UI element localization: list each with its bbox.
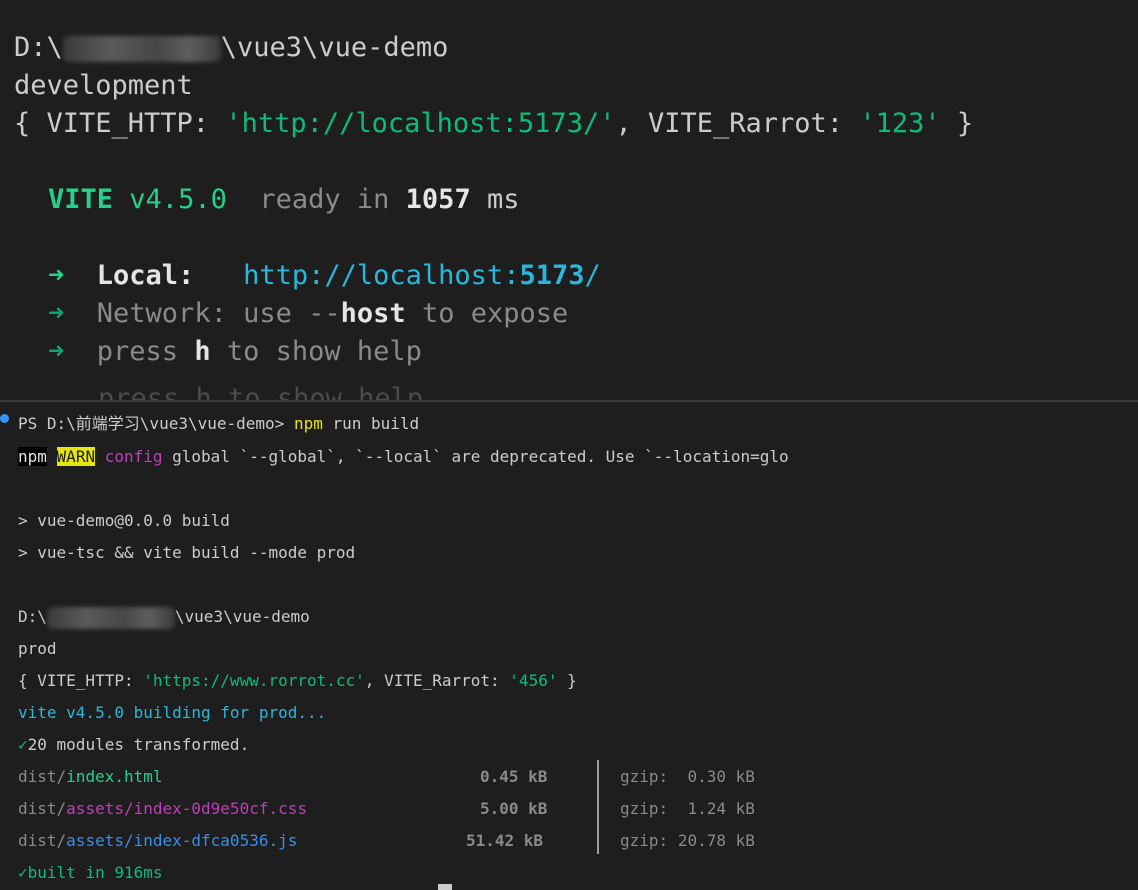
file-name: assets/index-dfca0536.js: [66, 831, 298, 850]
warn-message: global `--global`, `--local` are depreca…: [162, 447, 789, 466]
transformed-line: ✓20 modules transformed.: [18, 729, 249, 761]
network-expose: to expose: [421, 298, 569, 329]
ready-in-label: ready in: [259, 184, 390, 215]
env-open: { VITE_HTTP:: [14, 108, 226, 139]
file-gzip: gzip: 1.24 kB: [620, 793, 755, 825]
ghost-help: to show help: [228, 383, 424, 400]
script-line-2: > vue-tsc && vite build --mode prod: [18, 543, 356, 562]
env-close: }: [557, 671, 577, 690]
network-use: use: [243, 298, 292, 329]
env-close: }: [940, 108, 974, 139]
built-line: ✓built in 916ms: [18, 857, 163, 889]
press-label: press: [96, 336, 179, 367]
vite-version: v4.5.0: [129, 184, 227, 215]
file-dir: dist/: [18, 767, 67, 786]
gzip-value: 20.78 kB: [677, 831, 755, 850]
ms-unit: ms: [486, 184, 520, 215]
path-prefix: D:\: [18, 607, 47, 626]
transformed-text: 20 modules transformed.: [27, 735, 250, 754]
path-line: D:\ \vue3\vue-demo: [14, 29, 448, 67]
gzip-value: 1.24 kB: [677, 799, 755, 818]
local-line: ➜ Local: http://localhost:5173/: [48, 257, 601, 295]
gzip-label: gzip:: [620, 799, 669, 818]
npm-badge: npm: [18, 447, 47, 466]
arrow-icon: ➜: [48, 336, 65, 367]
local-url-post: /: [584, 260, 601, 291]
env-mid: , VITE_Rarrot:: [615, 108, 860, 139]
gzip-label: gzip:: [620, 831, 669, 850]
file-row: dist/assets/index-dfca0536.js: [18, 825, 297, 857]
network-flag: --: [308, 298, 341, 329]
terminal-cursor[interactable]: [438, 884, 452, 890]
network-line: ➜ Network: use --host to expose: [48, 295, 568, 333]
warn-badge: WARN: [56, 447, 96, 466]
check-icon: ✓: [18, 735, 28, 754]
ready-ms-value: 1057: [405, 184, 471, 215]
path-prefix: D:\: [14, 32, 63, 63]
file-row: dist/assets/index-0d9e50cf.css: [18, 793, 307, 825]
arrow-icon: ➜: [48, 298, 65, 329]
ps-prompt: PS D:\前端学习\vue3\vue-demo>: [18, 414, 294, 433]
press-help: to show help: [226, 336, 422, 367]
gzip-label: gzip:: [620, 767, 669, 786]
env-mid: , VITE_Rarrot:: [364, 671, 510, 690]
path-suffix: \vue3\vue-demo: [174, 607, 310, 626]
redacted-path: [46, 606, 175, 629]
network-host: host: [340, 298, 406, 329]
help-line: ➜ press h to show help: [48, 333, 422, 371]
terminal-output-top: D:\ \vue3\vue-demo development { VITE_HTT…: [0, 0, 1138, 400]
ghost-press: press: [98, 383, 180, 400]
env-http-value: 'http://localhost:5173/': [225, 108, 616, 139]
command-rest: run build: [322, 414, 420, 433]
mode-line: development: [14, 70, 193, 101]
npm-warn-line: npm WARN config global `--global`, `--lo…: [18, 441, 789, 473]
built-text: built in 916ms: [27, 863, 163, 882]
size-gzip-separator: [597, 760, 599, 854]
command-status-dot-icon[interactable]: [0, 414, 9, 423]
local-port: 5173: [519, 260, 585, 291]
ghost-key: h: [195, 383, 212, 400]
local-url-pre: http://localhost:: [243, 260, 520, 291]
building-line: vite v4.5.0 building for prod...: [18, 703, 327, 722]
arrow-icon: ➜: [48, 260, 65, 291]
check-icon: ✓: [18, 863, 28, 882]
vite-name: VITE: [48, 184, 114, 215]
env-open: { VITE_HTTP:: [18, 671, 144, 690]
file-name: index.html: [66, 767, 163, 786]
network-label: Network:: [96, 298, 227, 329]
file-gzip: gzip: 0.30 kB: [620, 761, 755, 793]
command-npm: npm: [293, 414, 323, 433]
file-row: dist/index.html: [18, 761, 163, 793]
press-key: h: [194, 336, 211, 367]
file-size: 5.00 kB: [480, 799, 548, 818]
vite-ready-line: VITE v4.5.0 ready in 1057 ms: [48, 181, 519, 219]
env-line: { VITE_HTTP: 'http://localhost:5173/', V…: [14, 105, 973, 143]
env-rarrot-value: '456': [509, 671, 558, 690]
warn-config: config: [104, 447, 163, 466]
local-url-link[interactable]: http://localhost:5173/: [243, 260, 601, 291]
mode-line-bottom: prod: [18, 639, 57, 658]
script-line-1: > vue-demo@0.0.0 build: [18, 511, 230, 530]
local-label: Local:: [96, 260, 195, 291]
file-size: 51.42 kB: [466, 831, 544, 850]
file-dir: dist/: [18, 831, 67, 850]
env-http-value: 'https://www.rorrot.cc': [143, 671, 365, 690]
terminal-window[interactable]: D:\ \vue3\vue-demo development { VITE_HTT…: [0, 0, 1138, 890]
gzip-value: 0.30 kB: [677, 767, 755, 786]
file-name: assets/index-0d9e50cf.css: [66, 799, 307, 818]
file-size: 0.45 kB: [480, 767, 548, 786]
scrolled-ghost-line: press h to show help: [98, 380, 423, 400]
env-line-bottom: { VITE_HTTP: 'https://www.rorrot.cc', VI…: [18, 665, 577, 697]
path-suffix: \vue3\vue-demo: [220, 32, 449, 63]
redacted-path: [62, 35, 221, 62]
file-gzip: gzip: 20.78 kB: [620, 825, 755, 857]
path-line-bottom: D:\ \vue3\vue-demo: [18, 601, 310, 633]
file-dir: dist/: [18, 799, 67, 818]
env-rarrot-value: '123': [859, 108, 941, 139]
prompt-line: PS D:\前端学习\vue3\vue-demo> npm run build: [18, 408, 419, 440]
